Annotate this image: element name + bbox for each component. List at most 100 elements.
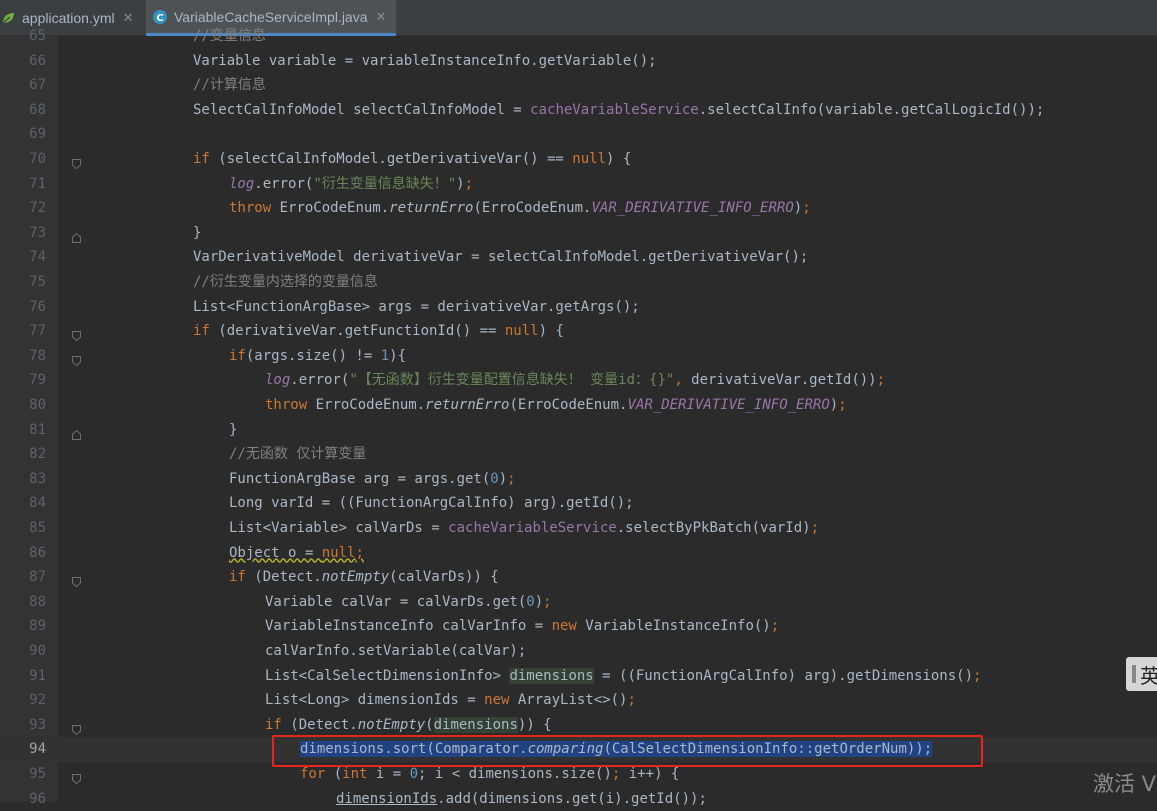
code-text: throw ErroCodeEnum.returnErro(ErroCodeEn… — [229, 200, 811, 217]
code-text: calVarInfo.setVariable(calVar); — [265, 643, 527, 659]
line-number: 77 — [29, 323, 46, 340]
code-text: List<CalSelectDimensionInfo> dimensions … — [265, 667, 982, 684]
code-text: Variable variable = variableInstanceInfo… — [193, 52, 657, 69]
code-line: 89 VariableInstanceInfo calVarInfo = new… — [0, 614, 1157, 639]
line-number: 68 — [29, 101, 46, 118]
input-method-widget[interactable]: 英 — [1126, 657, 1157, 691]
code-text: if (selectCalInfoModel.getDerivativeVar(… — [193, 151, 632, 167]
code-text: //变量信息 — [193, 28, 266, 44]
line-number: 74 — [29, 249, 46, 266]
line-number: 72 — [29, 200, 46, 217]
code-line: 93 if (Detect.notEmpty(dimensions)) { — [0, 713, 1157, 738]
line-number: 70 — [29, 151, 46, 167]
code-line: 80 throw ErroCodeEnum.returnErro(ErroCod… — [0, 393, 1157, 418]
line-number: 87 — [29, 569, 46, 586]
fold-end-marker-icon[interactable] — [72, 228, 81, 243]
line-number: 79 — [29, 372, 46, 389]
fold-marker-icon[interactable] — [72, 351, 81, 366]
code-text: throw ErroCodeEnum.returnErro(ErroCodeEn… — [265, 397, 847, 413]
line-number: 82 — [29, 446, 46, 463]
line-number: 76 — [29, 298, 46, 315]
code-text: Long varId = ((FunctionArgCalInfo) arg).… — [229, 495, 634, 512]
line-number: 88 — [29, 593, 46, 610]
code-line: 76 List<FunctionArgBase> args = derivati… — [0, 295, 1157, 320]
code-line: 74 VarDerivativeModel derivativeVar = se… — [0, 245, 1157, 270]
code-text: if(args.size() != 1){ — [229, 347, 407, 364]
line-number: 67 — [29, 77, 46, 94]
code-text: log.error("【无函数】衍生变量配置信息缺失！ 变量id：{}", de… — [265, 372, 886, 389]
line-number: 65 — [29, 28, 46, 44]
line-number: 89 — [29, 618, 46, 635]
code-text: VariableInstanceInfo calVarInfo = new Va… — [265, 618, 780, 635]
line-number: 75 — [29, 274, 46, 290]
code-text: if (Detect.notEmpty(calVarDs)) { — [229, 569, 499, 586]
code-line: 78 if(args.size() != 1){ — [0, 344, 1157, 369]
line-number: 90 — [29, 643, 46, 659]
code-line: 75 //衍生变量内选择的变量信息 — [0, 270, 1157, 295]
code-text: SelectCalInfoModel selectCalInfoModel = … — [193, 101, 1045, 118]
code-line: 85 List<Variable> calVarDs = cacheVariab… — [0, 516, 1157, 541]
activation-watermark: 激活 V — [1093, 772, 1157, 796]
code-text: //衍生变量内选择的变量信息 — [193, 274, 378, 290]
code-line: 67 //计算信息 — [0, 73, 1157, 98]
fold-end-marker-icon[interactable] — [72, 425, 81, 440]
fold-marker-icon[interactable] — [72, 720, 81, 735]
line-number: 66 — [29, 52, 46, 69]
code-text: List<Variable> calVarDs = cacheVariableS… — [229, 520, 820, 536]
code-line: 77 if (derivativeVar.getFunctionId() == … — [0, 319, 1157, 344]
fold-marker-icon[interactable] — [72, 326, 81, 342]
code-line: 70 if (selectCalInfoModel.getDerivativeV… — [0, 147, 1157, 172]
code-text: List<FunctionArgBase> args = derivativeV… — [193, 298, 640, 315]
code-line: 82 //无函数 仅计算变量 — [0, 442, 1157, 467]
fold-marker-icon[interactable] — [72, 154, 81, 170]
code-line: 79 log.error("【无函数】衍生变量配置信息缺失！ 变量id：{}",… — [0, 368, 1157, 393]
code-text: Object o = null; — [229, 544, 364, 561]
line-number: 84 — [29, 495, 46, 512]
code-line: 90 calVarInfo.setVariable(calVar); — [0, 639, 1157, 664]
code-line: 83 FunctionArgBase arg = args.get(0); — [0, 467, 1157, 492]
code-line: 91 List<CalSelectDimensionInfo> dimensio… — [0, 664, 1157, 689]
code-text: //计算信息 — [193, 77, 266, 94]
fold-marker-icon[interactable] — [72, 769, 81, 785]
code-line: 87 if (Detect.notEmpty(calVarDs)) { — [0, 565, 1157, 590]
code-editor[interactable]: 65 //变量信息 66 Variable variable = variabl… — [0, 0, 1157, 807]
code-line: 65 //变量信息 — [0, 24, 1157, 49]
code-line: 69 — [0, 122, 1157, 147]
code-text: } — [193, 224, 202, 241]
line-number: 80 — [29, 397, 46, 413]
line-number: 92 — [29, 692, 46, 709]
code-line: 66 Variable variable = variableInstanceI… — [0, 49, 1157, 74]
line-number: 86 — [29, 544, 46, 561]
line-number: 71 — [29, 175, 46, 192]
code-text: log.error("衍生变量信息缺失！"); — [229, 175, 474, 192]
code-line: 92 List<Long> dimensionIds = new ArrayLi… — [0, 688, 1157, 713]
code-line: 68 SelectCalInfoModel selectCalInfoModel… — [0, 98, 1157, 123]
input-method-label: 英 — [1140, 663, 1157, 688]
line-number: 69 — [29, 126, 46, 143]
line-number: 95 — [29, 766, 46, 782]
code-text: List<Long> dimensionIds = new ArrayList<… — [265, 692, 636, 709]
code-line: 71 log.error("衍生变量信息缺失！"); — [0, 172, 1157, 197]
line-number: 85 — [29, 520, 46, 536]
code-text: Variable calVar = calVarDs.get(0); — [265, 593, 552, 610]
code-text: VarDerivativeModel derivativeVar = selec… — [193, 249, 809, 266]
line-number: 96 — [29, 790, 46, 807]
code-text: //无函数 仅计算变量 — [229, 446, 367, 463]
code-line: 96 dimensionIds.add(dimensions.get(i).ge… — [0, 787, 1157, 811]
line-number: 73 — [29, 224, 46, 241]
highlight-box — [272, 735, 983, 767]
line-number: 94 — [29, 741, 46, 758]
line-number: 78 — [29, 347, 46, 364]
code-text: } — [229, 421, 238, 438]
code-text: FunctionArgBase arg = args.get(0); — [229, 470, 516, 487]
code-line: 86 Object o = null; — [0, 541, 1157, 566]
line-number: 81 — [29, 421, 46, 438]
drag-handle-icon[interactable] — [1132, 665, 1136, 683]
line-number: 93 — [29, 716, 46, 733]
line-number: 91 — [29, 667, 46, 684]
code-line: 81 } — [0, 418, 1157, 443]
code-text: if (Detect.notEmpty(dimensions)) { — [265, 716, 552, 733]
code-line: 88 Variable calVar = calVarDs.get(0); — [0, 590, 1157, 615]
code-text: if (derivativeVar.getFunctionId() == nul… — [193, 323, 564, 340]
fold-marker-icon[interactable] — [72, 572, 81, 588]
